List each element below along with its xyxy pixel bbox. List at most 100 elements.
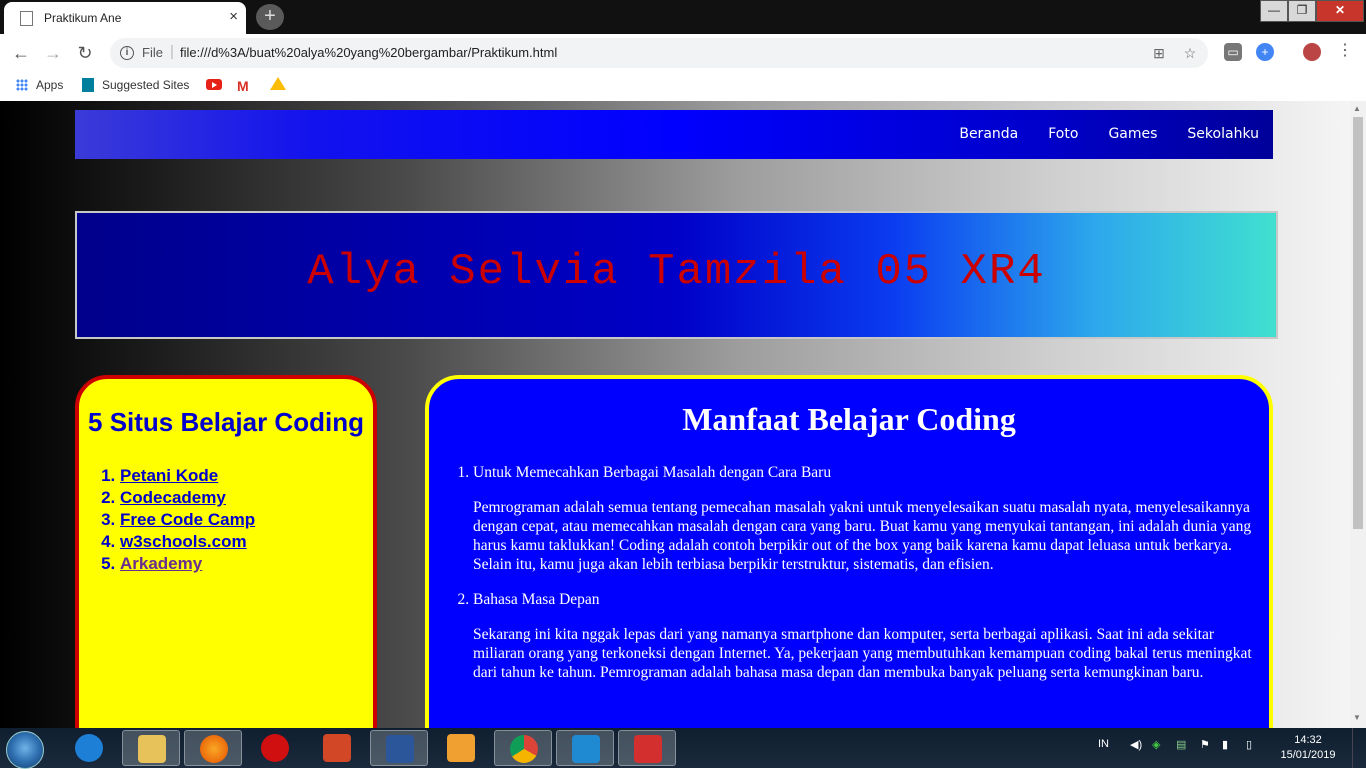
start-button[interactable] — [6, 731, 44, 769]
close-tab-icon[interactable]: × — [229, 8, 238, 26]
system-clock[interactable]: 14:32 15/01/2019 — [1278, 733, 1338, 763]
vscode-icon — [572, 735, 600, 763]
acrobat-task[interactable] — [618, 730, 676, 766]
usb-icon[interactable]: ▤ — [1176, 738, 1186, 751]
list-item: Petani Kode — [120, 465, 255, 487]
show-desktop-button[interactable] — [1352, 728, 1366, 768]
vscode-task[interactable] — [556, 730, 614, 766]
opera-icon — [261, 734, 289, 762]
sidebar: 5 Situs Belajar Coding Petani Kode Codec… — [75, 375, 377, 728]
minimize-button[interactable]: — — [1260, 0, 1288, 22]
sidebar-link-list: Petani Kode Codecademy Free Code Camp w3… — [98, 465, 255, 575]
link-w3schools[interactable]: w3schools.com — [120, 532, 247, 551]
info-icon[interactable]: i — [120, 46, 134, 60]
internet-explorer-icon — [75, 734, 103, 762]
language-indicator[interactable]: IN — [1098, 738, 1109, 750]
header-banner: Alya Selvia Tamzila 05 XR4 — [75, 211, 1278, 339]
benefit-body: Sekarang ini kita nggak lepas dari yang … — [473, 626, 1252, 681]
folder-icon — [138, 735, 166, 763]
internet-explorer-task[interactable] — [60, 730, 118, 766]
scroll-down-icon[interactable]: ▼ — [1353, 713, 1361, 722]
apps-label: Apps — [36, 78, 64, 92]
benefit-heading: Untuk Memecahkan Berbagai Masalah dengan… — [473, 464, 832, 481]
address-bar[interactable]: i File | file:///d%3A/buat%20alya%20yang… — [110, 38, 1208, 68]
file-explorer-task[interactable] — [122, 730, 180, 766]
suggested-sites-bookmark[interactable]: Suggested Sites — [82, 78, 189, 92]
link-free-code-camp[interactable]: Free Code Camp — [120, 510, 255, 529]
link-codecademy[interactable]: Codecademy — [120, 488, 226, 507]
security-shield-icon[interactable]: ◈ — [1152, 738, 1160, 751]
browser-toolbar: ← → ↻ i File | file:///d%3A/buat%20alya%… — [0, 34, 1366, 72]
cast-icon[interactable]: ▭ — [1224, 43, 1242, 61]
clock-time: 14:32 — [1294, 734, 1322, 746]
maximize-button[interactable]: ❐ — [1288, 0, 1316, 22]
menu-icon[interactable]: ⋮ — [1334, 40, 1356, 62]
bing-icon — [82, 78, 94, 92]
url-separator: | — [170, 43, 174, 60]
windows-taskbar: IN ◀) ◈ ▤ ⚑ ▮ ▯ 14:32 15/01/2019 — [0, 728, 1366, 769]
benefit-heading: Bahasa Masa Depan — [473, 591, 600, 608]
word-task[interactable] — [370, 730, 428, 766]
network-signal-icon[interactable]: ▮ — [1222, 738, 1228, 751]
media-player-task[interactable] — [432, 730, 490, 766]
link-arkademy[interactable]: Arkademy — [120, 554, 202, 573]
benefit-list: Untuk Memecahkan Berbagai Masalah dengan… — [451, 463, 1261, 698]
tab-title: Praktikum Ane — [44, 11, 122, 25]
forward-button[interactable]: → — [42, 42, 64, 64]
profile-avatar[interactable] — [1303, 43, 1321, 61]
clock-date: 15/01/2019 — [1280, 749, 1336, 761]
media-player-icon — [447, 734, 475, 762]
nav-games[interactable]: Games — [1108, 126, 1157, 142]
main-content: Manfaat Belajar Coding Untuk Memecahkan … — [425, 375, 1273, 728]
page-viewport: Beranda Foto Games Sekolahku Alya Selvia… — [0, 101, 1350, 728]
close-window-button[interactable]: ✕ — [1316, 0, 1364, 22]
firefox-task[interactable] — [184, 730, 242, 766]
site-navbar: Beranda Foto Games Sekolahku — [75, 110, 1273, 159]
google-drive-icon[interactable] — [270, 77, 286, 90]
bookmark-star-icon[interactable]: ☆ — [1181, 44, 1199, 62]
page-icon — [20, 11, 33, 26]
scroll-up-icon[interactable]: ▲ — [1353, 104, 1361, 113]
apps-grid-icon — [16, 79, 28, 91]
action-center-flag-icon[interactable]: ⚑ — [1200, 738, 1210, 751]
list-item: Untuk Memecahkan Berbagai Masalah dengan… — [473, 463, 1261, 574]
list-item: Bahasa Masa Depan Sekarang ini kita ngga… — [473, 590, 1261, 682]
browser-titlebar: Praktikum Ane × + — ❐ ✕ — [0, 0, 1366, 34]
list-item: Arkademy — [120, 553, 255, 575]
acrobat-icon — [634, 735, 662, 763]
battery-icon[interactable]: ▯ — [1246, 738, 1252, 751]
url-text[interactable]: file:///d%3A/buat%20alya%20yang%20bergam… — [180, 45, 557, 60]
list-item: w3schools.com — [120, 531, 255, 553]
powerpoint-icon — [323, 734, 351, 762]
powerpoint-task[interactable] — [308, 730, 366, 766]
apps-bookmark[interactable]: Apps — [16, 78, 63, 92]
new-tab-button[interactable]: + — [256, 4, 284, 30]
chrome-task[interactable] — [494, 730, 552, 766]
main-title: Manfaat Belajar Coding — [682, 401, 1016, 437]
extension-plus-icon[interactable]: + — [1256, 43, 1274, 61]
opera-task[interactable] — [246, 730, 304, 766]
url-scheme: File — [142, 45, 163, 60]
nav-beranda[interactable]: Beranda — [959, 126, 1018, 142]
volume-icon[interactable]: ◀) — [1130, 738, 1142, 751]
sidebar-title: 5 Situs Belajar Coding — [88, 407, 364, 437]
suggested-sites-label: Suggested Sites — [102, 78, 190, 92]
nav-foto[interactable]: Foto — [1048, 126, 1078, 142]
translate-icon[interactable]: ⊞ — [1150, 44, 1168, 62]
youtube-icon[interactable] — [206, 79, 222, 90]
list-item: Codecademy — [120, 487, 255, 509]
firefox-icon — [200, 735, 228, 763]
chrome-icon — [510, 735, 538, 763]
banner-title: Alya Selvia Tamzila 05 XR4 — [307, 247, 1046, 297]
reload-button[interactable]: ↻ — [74, 42, 96, 64]
nav-sekolahku[interactable]: Sekolahku — [1187, 126, 1259, 142]
link-petani-kode[interactable]: Petani Kode — [120, 466, 218, 485]
word-icon — [386, 735, 414, 763]
browser-tab[interactable]: Praktikum Ane × — [4, 2, 246, 34]
back-button[interactable]: ← — [10, 42, 32, 64]
page-scrollbar[interactable]: ▲ ▼ — [1350, 101, 1366, 728]
bookmarks-bar: Apps Suggested Sites — [0, 72, 1366, 102]
scroll-thumb[interactable] — [1353, 117, 1363, 529]
nav-menu: Beranda Foto Games Sekolahku — [959, 126, 1259, 142]
gmail-icon[interactable]: M — [237, 78, 249, 94]
